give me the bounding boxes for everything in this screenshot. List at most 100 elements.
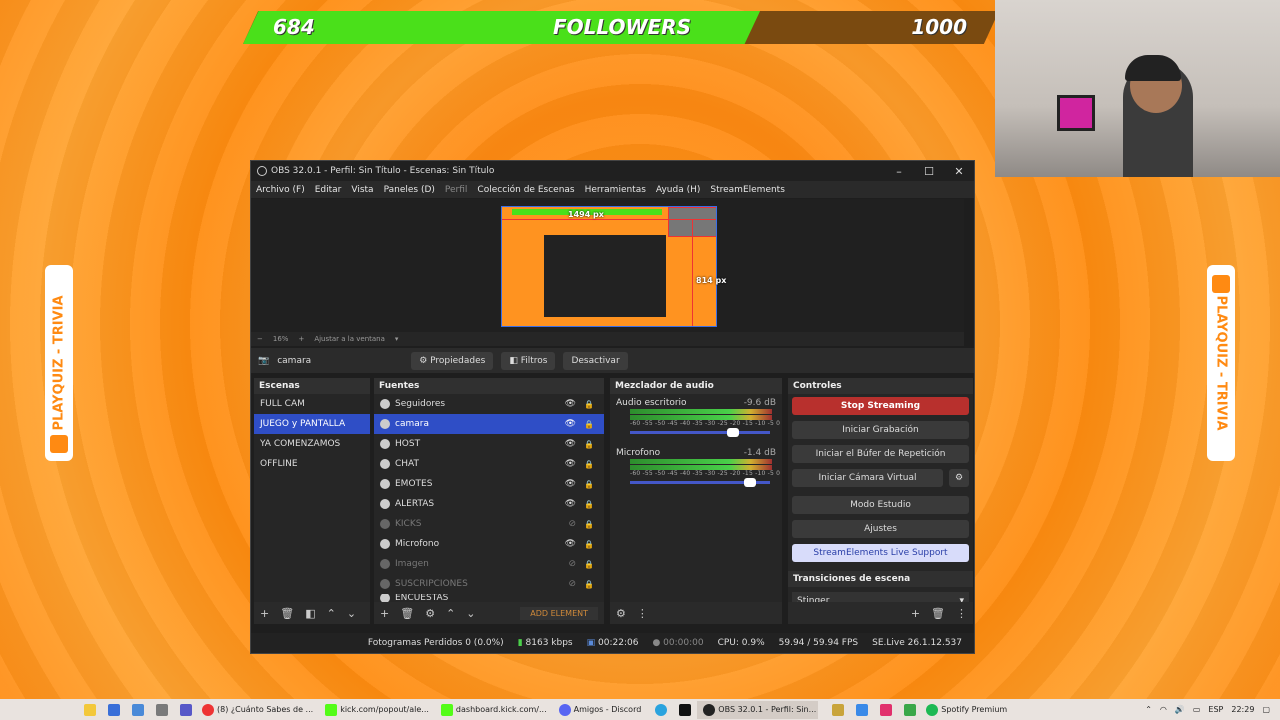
lock-icon[interactable]: 🔒 xyxy=(584,480,594,489)
start-virtual-camera-button[interactable]: Iniciar Cámara Virtual xyxy=(792,469,943,487)
start-recording-button[interactable]: Iniciar Grabación xyxy=(792,421,969,439)
zoom-in-button[interactable]: + xyxy=(298,335,304,343)
menu-perfil[interactable]: Perfil xyxy=(445,185,468,195)
volume-knob[interactable] xyxy=(744,478,756,487)
eye-icon[interactable]: 👁 xyxy=(565,479,576,489)
scene-item[interactable]: FULL CAM xyxy=(254,394,370,414)
folder-icon[interactable] xyxy=(832,703,845,716)
maximize-button[interactable]: ☐ xyxy=(914,165,944,178)
menu-coleccion[interactable]: Colección de Escenas xyxy=(477,185,574,195)
advanced-audio-icon[interactable]: ⚙ xyxy=(616,607,626,620)
battery-icon[interactable]: ▭ xyxy=(1193,705,1201,714)
source-item[interactable]: ENCUESTAS xyxy=(374,594,604,602)
eye-icon[interactable]: 👁 xyxy=(565,419,576,429)
app-icon[interactable] xyxy=(856,703,869,716)
lock-icon[interactable]: 🔒 xyxy=(584,560,594,569)
scene-filters-button[interactable]: ◧ xyxy=(305,607,315,620)
deactivate-button[interactable]: Desactivar xyxy=(563,351,628,370)
eye-hidden-icon[interactable]: ⊘ xyxy=(568,559,576,569)
scene-item[interactable]: OFFLINE xyxy=(254,454,370,474)
eye-icon[interactable]: 👁 xyxy=(565,539,576,549)
mail-icon[interactable] xyxy=(132,703,144,716)
properties-button[interactable]: ⚙ Propiedades xyxy=(411,351,494,370)
zoom-out-button[interactable]: − xyxy=(257,335,263,343)
menu-archivo[interactable]: Archivo (F) xyxy=(256,185,305,195)
lock-icon[interactable]: 🔒 xyxy=(584,460,594,469)
menu-vista[interactable]: Vista xyxy=(351,185,373,195)
minimize-button[interactable]: – xyxy=(884,165,914,178)
taskbar-app[interactable]: Amigos - Discord xyxy=(555,703,641,716)
scene-item[interactable]: YA COMENZAMOS xyxy=(254,434,370,454)
instagram-icon[interactable] xyxy=(880,703,893,716)
settings-icon[interactable] xyxy=(156,703,168,716)
menu-streamelements[interactable]: StreamElements xyxy=(710,185,785,195)
source-item[interactable]: Microfono 👁 🔒 xyxy=(374,534,604,554)
file-explorer-icon[interactable] xyxy=(84,703,96,716)
app-icon[interactable] xyxy=(904,703,917,716)
lock-icon[interactable]: 🔒 xyxy=(584,540,594,549)
taskbar-app[interactable]: (8) ¿Cuánto Sabes de ... xyxy=(198,703,313,716)
remove-transition-button[interactable]: 🗑 xyxy=(931,607,945,620)
lock-icon[interactable]: 🔒 xyxy=(584,580,594,589)
app-icon[interactable] xyxy=(180,703,192,716)
move-up-button[interactable]: ⌃ xyxy=(446,607,455,620)
add-transition-button[interactable]: + xyxy=(911,607,920,620)
source-item[interactable]: Seguidores 👁 🔒 xyxy=(374,394,604,414)
menu-paneles[interactable]: Paneles (D) xyxy=(384,185,435,195)
scene-item[interactable]: JUEGO y PANTALLA xyxy=(254,414,370,434)
source-settings-button[interactable]: ⚙ xyxy=(425,607,435,620)
move-down-button[interactable]: ⌄ xyxy=(466,607,475,620)
remove-scene-button[interactable]: 🗑 xyxy=(280,607,294,620)
volume-icon[interactable]: 🔊 xyxy=(1175,705,1185,714)
notifications-icon[interactable]: ▢ xyxy=(1262,705,1270,714)
chevron-up-icon[interactable]: ⌃ xyxy=(1145,705,1152,714)
lock-icon[interactable]: 🔒 xyxy=(584,420,594,429)
calendar-icon[interactable] xyxy=(108,703,120,716)
fit-window-select[interactable]: Ajustar a la ventana xyxy=(314,335,385,343)
remove-source-button[interactable]: 🗑 xyxy=(400,607,414,620)
studio-mode-button[interactable]: Modo Estudio xyxy=(792,496,969,514)
eye-icon[interactable]: 👁 xyxy=(565,459,576,469)
close-button[interactable]: ✕ xyxy=(944,165,974,178)
source-item[interactable]: SUSCRIPCIONES ⊘ 🔒 xyxy=(374,574,604,594)
lock-icon[interactable]: 🔒 xyxy=(584,440,594,449)
preview-canvas[interactable]: 1494 px 814 px xyxy=(251,199,964,332)
taskbar-app[interactable]: OBS 32.0.1 - Perfil: Sin... xyxy=(697,700,819,719)
transition-menu-icon[interactable]: ⋮ xyxy=(956,607,967,620)
lock-icon[interactable]: 🔒 xyxy=(584,400,594,409)
wifi-icon[interactable]: ◠ xyxy=(1160,705,1167,714)
language-indicator[interactable]: ESP xyxy=(1208,705,1223,714)
menu-editar[interactable]: Editar xyxy=(315,185,342,195)
clock[interactable]: 22:29 xyxy=(1231,705,1254,714)
source-item[interactable]: KICKS ⊘ 🔒 xyxy=(374,514,604,534)
source-item[interactable]: HOST 👁 🔒 xyxy=(374,434,604,454)
eye-icon[interactable]: 👁 xyxy=(565,439,576,449)
eye-icon[interactable]: 👁 xyxy=(565,499,576,509)
add-element-button[interactable]: ADD ELEMENT xyxy=(520,606,598,620)
move-up-button[interactable]: ⌃ xyxy=(327,607,336,620)
volume-slider[interactable] xyxy=(630,428,770,437)
filters-button[interactable]: ◧ Filtros xyxy=(501,351,556,370)
taskbar-app[interactable]: Spotify Premium xyxy=(922,703,1007,716)
stop-streaming-button[interactable]: Stop Streaming xyxy=(792,397,969,415)
mixer-menu-icon[interactable]: ⋮ xyxy=(637,607,648,620)
taskbar-app[interactable]: dashboard.kick.com/... xyxy=(437,703,547,716)
start-replay-buffer-button[interactable]: Iniciar el Búfer de Repetición xyxy=(792,445,969,463)
lock-icon[interactable]: 🔒 xyxy=(584,500,594,509)
lock-icon[interactable]: 🔒 xyxy=(584,520,594,529)
menu-herramientas[interactable]: Herramientas xyxy=(585,185,646,195)
settings-button[interactable]: Ajustes xyxy=(792,520,969,538)
se-live-support-button[interactable]: StreamElements Live Support xyxy=(792,544,969,562)
menu-ayuda[interactable]: Ayuda (H) xyxy=(656,185,700,195)
source-item[interactable]: camara 👁 🔒 xyxy=(374,414,604,434)
eye-icon[interactable]: 👁 xyxy=(565,399,576,409)
add-source-button[interactable]: + xyxy=(380,607,389,620)
volume-knob[interactable] xyxy=(727,428,740,437)
source-item[interactable]: ALERTAS 👁 🔒 xyxy=(374,494,604,514)
telegram-icon[interactable] xyxy=(655,703,668,716)
eye-hidden-icon[interactable]: ⊘ xyxy=(568,519,576,529)
eye-hidden-icon[interactable]: ⊘ xyxy=(568,579,576,589)
source-item[interactable]: CHAT 👁 🔒 xyxy=(374,454,604,474)
chevron-down-icon[interactable]: ▾ xyxy=(395,335,399,343)
preview-screen[interactable] xyxy=(501,206,717,327)
